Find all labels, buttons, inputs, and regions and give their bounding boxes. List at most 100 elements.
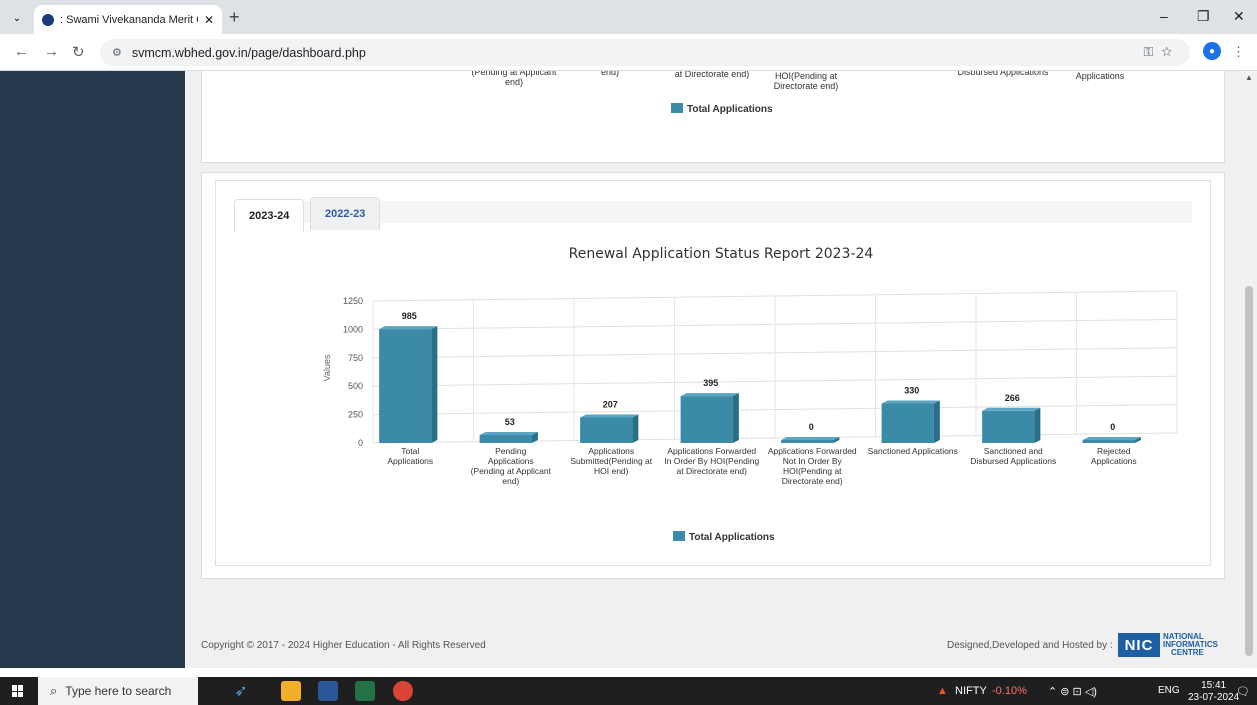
menu-kebab-icon[interactable]: ⋮ [1232,44,1245,60]
nic-logo-box: NIC [1118,633,1160,657]
y-tick-label: 1250 [343,296,363,306]
nic-logo-text: NATIONAL INFORMATICS CENTRE [1163,633,1218,657]
chart-bar-front[interactable] [781,440,834,443]
minimize-icon[interactable]: – [1160,8,1168,24]
chart-bar-front[interactable] [1082,440,1135,443]
renewal-chart-panel: 2023-24 2022-23 Renewal Application Stat… [201,172,1225,579]
nic-line-3: CENTRE [1171,648,1204,657]
top-chart-panel: (Pending at Applicant end) end) at Direct… [201,71,1225,163]
windows-taskbar: ⌕ Type here to search ➶ ▲ NIFTY -0.10% ⌃… [0,677,1257,705]
clock-date: 23-07-2024 [1188,692,1240,703]
chart-bar[interactable] [479,431,538,443]
y-tick-label: 500 [348,381,363,391]
chart-bar-front[interactable] [379,329,432,443]
clock-time: 15:41 [1201,680,1227,691]
file-explorer-icon[interactable] [281,681,301,701]
tray-icons[interactable]: ⌃ ⊜ ⊡ ◁) [1048,685,1097,698]
close-window-icon[interactable]: ✕ [1233,8,1245,25]
chart-bar-side [933,400,940,443]
x-tick-label: Total Applications [387,446,433,466]
chart-bar[interactable] [781,437,840,443]
top-chart-svg: (Pending at Applicant end) end) at Direct… [471,71,1124,115]
chart-bar-top [379,326,438,330]
taskbar-clock[interactable]: 15:41 23-07-2024 [1188,680,1239,704]
page-scrollbar[interactable]: ▲ [1241,71,1257,668]
chart-bar-top [479,431,538,435]
chart-bar-front[interactable] [680,396,733,443]
windows-start-icon[interactable] [12,685,24,697]
scroll-up-icon[interactable]: ▲ [1245,73,1253,82]
address-bar[interactable]: ⚙ svmcm.wbhed.gov.in/page/dashboard.php … [100,39,1190,66]
copyright-text: Copyright © 2017 - 2024 Higher Education… [201,640,486,651]
legend-label[interactable]: Total Applications [687,104,773,115]
hosted-by-text: Designed,Developed and Hosted by : [947,640,1113,651]
bookmark-star-icon[interactable]: ⚿☆ [1143,44,1180,60]
chrome-icon[interactable] [393,681,413,701]
y-tick-label: 250 [348,410,363,420]
top-axis-label: Disbursed Applications [957,71,1049,77]
main-content: (Pending at Applicant end) end) at Direct… [185,71,1241,668]
top-axis-label: end) [601,71,619,77]
new-tab-icon[interactable]: + [229,7,240,28]
x-tick-label: Rejected Applications [1091,446,1137,466]
chart-bar[interactable] [1082,437,1141,443]
data-label: 207 [603,399,618,409]
renewal-bar-chart: Renewal Application Status Report 2023-2… [322,246,1178,543]
url-text: svmcm.wbhed.gov.in/page/dashboard.php [131,45,366,60]
browser-tabstrip: ⌄ : Swami Vivekananda Merit Cur ✕ + – ❐ … [0,0,1257,34]
taskbar-search[interactable]: ⌕ Type here to search [38,677,198,705]
data-label: 395 [703,378,718,388]
top-axis-label: HOI(Pending at Directorate end) [774,71,839,91]
close-tab-icon[interactable]: ✕ [204,13,214,27]
forward-icon[interactable]: → [44,43,59,60]
y-tick-label: 0 [358,438,363,448]
chart-bar-top [781,437,840,440]
chart-bar-top [1082,437,1141,440]
browser-tab[interactable]: : Swami Vivekananda Merit Cur ✕ [34,5,222,34]
chart-bar-top [680,393,739,397]
top-axis-label: (Pending at Applicant end) [471,71,557,87]
fish-widget-icon[interactable]: ➶ [218,681,264,701]
nic-logo[interactable]: NIC NATIONAL INFORMATICS CENTRE [1118,633,1218,657]
data-label: 0 [809,422,814,432]
chart-bar[interactable] [881,400,940,443]
back-icon[interactable]: ← [14,43,29,60]
notifications-icon[interactable]: 🗨 [1236,685,1250,698]
chart-bar-top [881,400,940,404]
scrollbar-thumb[interactable] [1245,286,1253,656]
site-info-icon[interactable]: ⚙ [112,46,122,59]
chart-bar[interactable] [580,414,639,443]
search-icon: ⌕ [50,683,58,698]
word-icon[interactable] [318,681,338,701]
language-indicator[interactable]: ENG [1158,685,1180,696]
chart-bar-front[interactable] [580,417,633,443]
chart-bar-front[interactable] [479,434,532,443]
chart-bar-side [431,326,438,443]
chart-title: Renewal Application Status Report 2023-2… [569,246,874,262]
x-tick-label: Pending Applications (Pending at Applicant… [471,446,552,486]
chart-bar[interactable] [982,407,1041,443]
chart-bar[interactable] [680,393,739,443]
reload-icon[interactable]: ↻ [72,43,85,61]
chart-bar[interactable] [379,326,438,443]
legend-swatch [671,103,683,113]
x-tick-label: Applications Submitted(Pending at HOI end) [570,446,652,476]
legend-label[interactable]: Total Applications [689,532,775,543]
profile-avatar-icon[interactable]: ● [1203,42,1221,60]
restore-icon[interactable]: ❐ [1197,8,1210,25]
chart-bar-front[interactable] [982,410,1035,443]
tab-search-icon[interactable]: ⌄ [8,9,26,27]
market-trend-icon: ▲ [937,685,948,697]
x-tick-label: Sanctioned Applications [868,446,958,456]
y-tick-label: 750 [348,353,363,363]
chart-bar-front[interactable] [881,403,934,443]
chart-bar-top [580,414,639,418]
browser-toolbar: ← → ↻ ⚙ svmcm.wbhed.gov.in/page/dashboar… [0,34,1257,71]
data-label: 0 [1110,422,1115,432]
renewal-chart-container: 2023-24 2022-23 Renewal Application Stat… [215,180,1211,566]
legend-swatch [673,531,685,541]
x-tick-label: Sanctioned and Disbursed Applications [970,446,1056,466]
site-favicon-icon [42,13,54,26]
market-name[interactable]: NIFTY [955,685,987,697]
excel-icon[interactable] [355,681,375,701]
